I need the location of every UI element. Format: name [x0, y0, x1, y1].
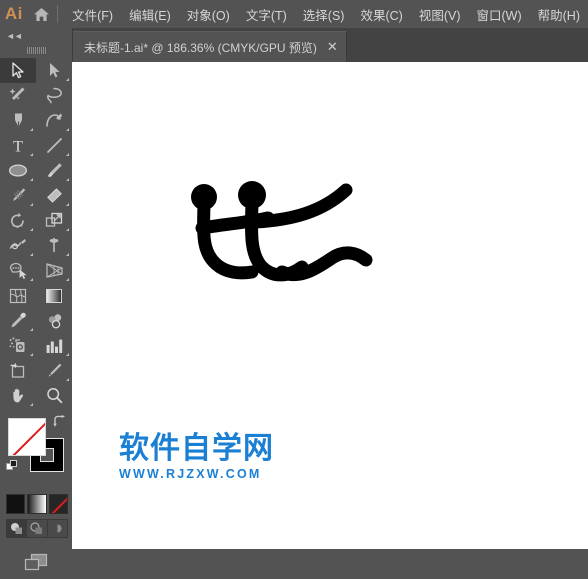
tool-flyout-indicator [30, 328, 33, 331]
menu-help[interactable]: 帮助(H) [530, 0, 588, 28]
tool-zoom[interactable] [36, 383, 72, 408]
tool-flyout-indicator [66, 253, 69, 256]
tool-magic-wand[interactable] [0, 83, 36, 108]
tool-flyout-indicator [30, 228, 33, 231]
menu-effect[interactable]: 效果(C) [352, 0, 410, 28]
tool-blend[interactable] [36, 308, 72, 333]
tool-flyout-indicator [66, 228, 69, 231]
menu-window[interactable]: 窗口(W) [469, 0, 530, 28]
tool-line-segment[interactable] [36, 133, 72, 158]
tool-flyout-indicator [66, 78, 69, 81]
tool-flyout-indicator [66, 203, 69, 206]
menu-bar: Ai 文件(F) 编辑(E) 对象(O) 文字(T) 选择(S) 效果(C) 视… [0, 0, 588, 28]
tool-flyout-indicator [66, 153, 69, 156]
tool-flyout-indicator [30, 353, 33, 356]
tool-flyout-indicator [30, 178, 33, 181]
tool-flyout-indicator [66, 178, 69, 181]
panel-collapse-icon[interactable]: ◄◄ [0, 28, 72, 44]
menu-edit[interactable]: 编辑(E) [121, 0, 179, 28]
home-icon[interactable] [28, 0, 56, 28]
tool-perspective-grid[interactable] [36, 258, 72, 283]
tool-flyout-indicator [30, 128, 33, 131]
draw-mode-behind[interactable] [27, 520, 48, 537]
tool-flyout-indicator [66, 278, 69, 281]
illustrator-window: Ai 文件(F) 编辑(E) 对象(O) 文字(T) 选择(S) 效果(C) 视… [0, 0, 588, 571]
tool-rotate[interactable] [0, 208, 36, 233]
draw-mode-buttons [6, 519, 68, 538]
color-mode-buttons [6, 494, 68, 514]
fill-swatch[interactable] [8, 418, 46, 456]
tool-lasso[interactable] [36, 83, 72, 108]
document-canvas[interactable]: 软件自学网 WWW.RJZXW.COM [72, 62, 588, 549]
menu-items: 文件(F) 编辑(E) 对象(O) 文字(T) 选择(S) 效果(C) 视图(V… [64, 0, 588, 28]
tool-eraser[interactable] [36, 183, 72, 208]
menu-type[interactable]: 文字(T) [238, 0, 295, 28]
draw-mode-inside[interactable] [48, 520, 67, 537]
menu-file[interactable]: 文件(F) [64, 0, 121, 28]
tool-ellipse[interactable] [0, 158, 36, 183]
menu-object[interactable]: 对象(O) [179, 0, 238, 28]
tool-shape-builder[interactable] [0, 258, 36, 283]
draw-mode-normal[interactable] [7, 520, 28, 537]
artwork-character-bi[interactable] [182, 172, 382, 297]
menubar-divider [57, 5, 59, 23]
tool-eyedropper[interactable] [0, 308, 36, 333]
tool-flyout-indicator [30, 203, 33, 206]
mode-gradient[interactable] [27, 494, 47, 514]
tool-pen[interactable] [0, 108, 36, 133]
tool-blob-brush[interactable] [0, 183, 36, 208]
watermark-url: WWW.RJZXW.COM [119, 467, 262, 481]
tool-hand[interactable] [0, 383, 36, 408]
app-logo-icon: Ai [4, 4, 23, 23]
tools-panel: ◄◄ T [0, 28, 73, 571]
default-fill-stroke-icon[interactable] [6, 460, 19, 478]
tool-mesh[interactable] [0, 283, 36, 308]
tool-direct-selection[interactable] [36, 58, 72, 83]
tool-flyout-indicator [30, 278, 33, 281]
tool-flyout-indicator [30, 153, 33, 156]
tool-selection[interactable] [0, 58, 36, 83]
screen-mode-button[interactable] [0, 545, 72, 579]
tool-slice[interactable] [36, 358, 72, 383]
mode-color[interactable] [6, 494, 26, 514]
document-tab[interactable]: 未标题-1.ai* @ 186.36% (CMYK/GPU 预览) ✕ [72, 31, 347, 62]
fill-stroke-area [0, 412, 72, 571]
tool-column-graph[interactable] [36, 333, 72, 358]
tool-gradient[interactable] [36, 283, 72, 308]
close-icon[interactable]: ✕ [327, 41, 338, 54]
tool-free-transform[interactable] [36, 233, 72, 258]
mode-none[interactable] [48, 494, 68, 514]
document-tab-title: 未标题-1.ai* @ 186.36% (CMYK/GPU 预览) [84, 40, 317, 55]
watermark: 软件自学网 WWW.RJZXW.COM [119, 431, 274, 482]
menu-select[interactable]: 选择(S) [295, 0, 353, 28]
menu-view[interactable]: 视图(V) [411, 0, 469, 28]
watermark-title: 软件自学网 [119, 431, 274, 466]
panel-drag-handle[interactable] [0, 44, 72, 56]
tool-flyout-indicator [66, 353, 69, 356]
none-slash-icon [10, 419, 45, 455]
tool-type[interactable]: T [0, 133, 36, 158]
tool-flyout-indicator [30, 403, 33, 406]
svg-text:T: T [13, 139, 23, 155]
tool-curvature[interactable] [36, 108, 72, 133]
tool-paintbrush[interactable] [36, 158, 72, 183]
swap-fill-stroke-icon[interactable] [52, 414, 66, 432]
tool-symbol-sprayer[interactable] [0, 333, 36, 358]
tool-artboard[interactable] [0, 358, 36, 383]
document-tab-bar: 未标题-1.ai* @ 186.36% (CMYK/GPU 预览) ✕ [72, 28, 588, 62]
tool-flyout-indicator [30, 253, 33, 256]
tool-flyout-indicator [66, 128, 69, 131]
tool-width[interactable] [0, 233, 36, 258]
tool-grid: T [0, 58, 72, 408]
tool-scale[interactable] [36, 208, 72, 233]
tool-flyout-indicator [66, 378, 69, 381]
